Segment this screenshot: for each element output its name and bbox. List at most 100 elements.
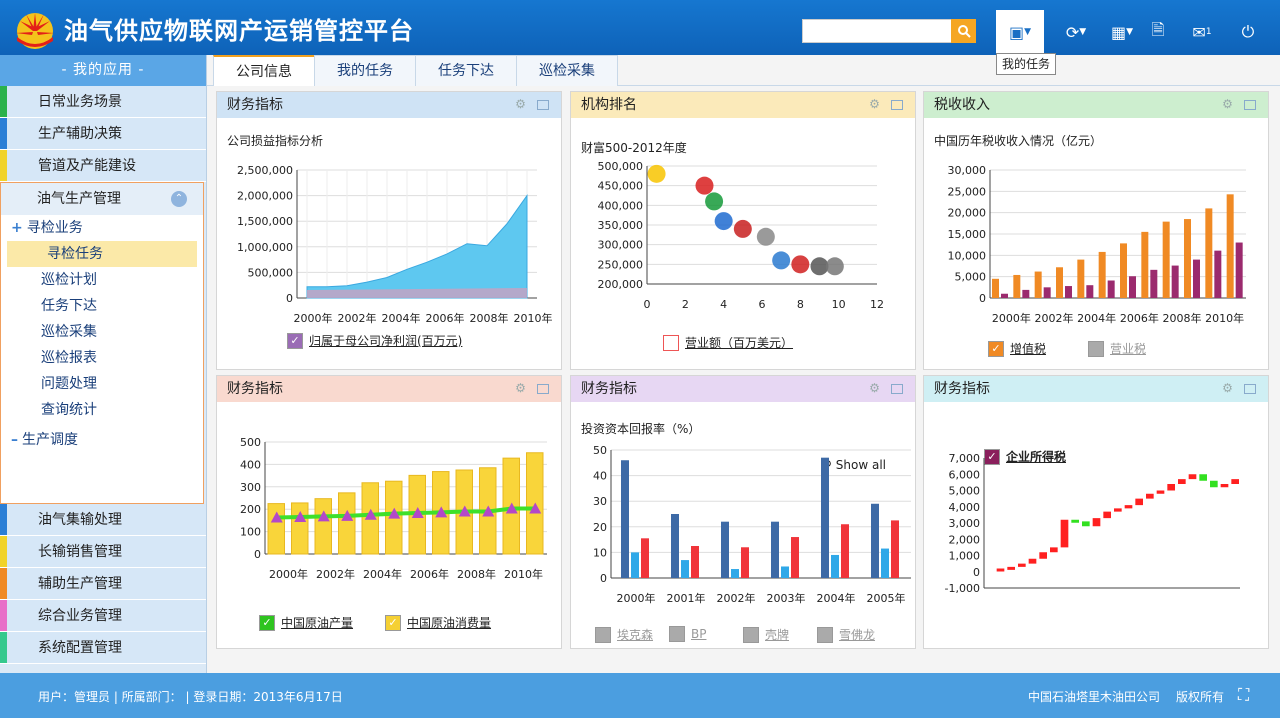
- x-tick-label: 2005年: [867, 591, 906, 605]
- tree-node[interactable]: + 寻检业务: [1, 215, 203, 241]
- tab-task-dispatch[interactable]: 任务下达: [415, 55, 517, 86]
- y-tick-label: 20: [593, 521, 607, 534]
- bar: [731, 569, 739, 578]
- chart-area: 0 5,000 10,000 15,000 20,000 25,000 30,000 2000…: [948, 164, 1246, 325]
- maximize-icon[interactable]: [891, 100, 903, 110]
- legend-label: 增值税: [1010, 342, 1047, 356]
- x-tick-label: 2010年: [1205, 311, 1244, 325]
- briefcase-button[interactable]: ▣ ▼: [996, 10, 1044, 54]
- tree-leaf[interactable]: 巡检计划: [1, 267, 203, 293]
- sidebar-item-label: 日常业务场景: [38, 94, 122, 110]
- search-button[interactable]: [951, 19, 976, 43]
- bar: [1120, 243, 1127, 298]
- y-tick-label: 400,000: [598, 199, 644, 212]
- document-button[interactable]: 🗎: [1134, 10, 1182, 54]
- candle: [1156, 490, 1165, 494]
- bar: [721, 521, 729, 578]
- tree-leaf[interactable]: 问题处理: [1, 371, 203, 397]
- sidebar-item[interactable]: 辅助生产管理: [0, 568, 206, 600]
- tree-leaf[interactable]: 巡检报表: [1, 345, 203, 371]
- tree-leaf[interactable]: 寻检任务: [7, 241, 197, 267]
- panel-title: 机构排名: [581, 97, 637, 113]
- bar: [841, 524, 849, 578]
- sidebar-item[interactable]: 系统配置管理: [0, 632, 206, 664]
- tab-my-tasks[interactable]: 我的任务: [314, 55, 416, 86]
- gear-icon[interactable]: ⚙: [514, 382, 527, 395]
- tab-inspection[interactable]: 巡检采集: [516, 55, 618, 86]
- color-bar: [0, 150, 7, 181]
- legend-item[interactable]: ✓ 中国原油消费量: [385, 614, 491, 631]
- y-tick-label: 20,000: [948, 207, 987, 220]
- sidebar-item-label: 辅助生产管理: [38, 576, 122, 592]
- scatter-point: [825, 257, 844, 276]
- tab-company-info[interactable]: 公司信息: [213, 55, 315, 86]
- tree-leaf[interactable]: 任务下达: [1, 293, 203, 319]
- gear-icon[interactable]: ⚙: [868, 382, 881, 395]
- maximize-icon[interactable]: [1244, 100, 1256, 110]
- petrochina-logo: [16, 13, 54, 49]
- sidebar-item-label: 生产辅助决策: [38, 126, 122, 142]
- bar: [1013, 274, 1021, 298]
- chart-title: 财富500-2012年度: [581, 141, 687, 155]
- chevron-up-icon[interactable]: ⌃: [171, 191, 187, 207]
- chevron-down-icon: ▼: [1024, 27, 1032, 37]
- legend-item[interactable]: ✓ 中国原油产量: [259, 614, 353, 631]
- messages-button[interactable]: ✉ 1: [1178, 10, 1226, 54]
- gear-icon[interactable]: ⚙: [1221, 382, 1234, 395]
- tree-leaf[interactable]: 巡检采集: [1, 319, 203, 345]
- footer-company: 中国石油塔里木油田公司: [1028, 690, 1161, 704]
- fullscreen-icon[interactable]: ⛶: [1238, 685, 1249, 705]
- chart-title: 投资资本回报率（%）: [581, 422, 701, 436]
- panel: 税收收入 ⚙ 中国历年税收收入情况（亿元） 0 5,000 10,000 15,000 2…: [923, 91, 1269, 370]
- tree-node[interactable]: – 生产调度: [1, 427, 203, 453]
- legend-item[interactable]: 壳牌: [743, 626, 789, 643]
- sidebar-item-label: 系统配置管理: [38, 640, 122, 656]
- checkbox-icon: [669, 626, 685, 642]
- gear-icon[interactable]: ⚙: [514, 98, 527, 111]
- x-tick-label: 2006年: [426, 311, 465, 325]
- legend-item[interactable]: 营业税: [1088, 340, 1146, 357]
- bar: [1056, 267, 1063, 298]
- y-tick-label: 40: [593, 470, 607, 483]
- legend-item[interactable]: 埃克森: [595, 626, 653, 643]
- search-input[interactable]: [802, 19, 952, 43]
- legend-item[interactable]: 营业额（百万美元）: [663, 334, 793, 351]
- candle: [1146, 493, 1154, 499]
- sidebar-group-head[interactable]: 油气生产管理 ⌃: [1, 183, 203, 215]
- maximize-icon[interactable]: [537, 384, 549, 394]
- plus-icon: +: [11, 220, 23, 236]
- maximize-icon[interactable]: [1244, 384, 1256, 394]
- sidebar-item[interactable]: 油气集输处理: [0, 504, 206, 536]
- x-tick-label: 4: [720, 298, 727, 311]
- calendar-icon: ▦: [1110, 22, 1127, 42]
- gear-icon[interactable]: ⚙: [1221, 98, 1234, 111]
- maximize-icon[interactable]: [891, 384, 903, 394]
- panel: 财务指标 ⚙ ✓ 企业所得税 -1,000 0 1,000 2,000 3,000 4,000…: [923, 375, 1269, 649]
- legend-item[interactable]: 雪佛龙: [817, 626, 875, 643]
- maximize-icon[interactable]: [537, 100, 549, 110]
- bar: [771, 521, 779, 578]
- sidebar-item[interactable]: 综合业务管理: [0, 600, 206, 632]
- legend-item[interactable]: ✓ 增值税: [988, 340, 1046, 357]
- sidebar-item[interactable]: 管道及产能建设: [0, 150, 206, 182]
- bar: [1077, 259, 1085, 298]
- sidebar-item[interactable]: 长输销售管理: [0, 536, 206, 568]
- candle: [1007, 566, 1015, 570]
- sidebar-item[interactable]: 生产辅助决策: [0, 118, 206, 150]
- chart-area: 0 10 20 30 40 50 2000年 2001年 2002年 2003年 2004年 2005…: [593, 444, 911, 605]
- x-tick-label: 2002年: [717, 591, 756, 605]
- tree-leaf[interactable]: 查询统计: [1, 397, 203, 423]
- power-button[interactable]: ⏻: [1224, 10, 1272, 54]
- legend-label: 中国原油消费量: [407, 616, 492, 630]
- refresh-button[interactable]: ⟳ ▼: [1052, 10, 1100, 54]
- legend-item[interactable]: BP: [669, 626, 706, 642]
- gear-icon[interactable]: ⚙: [868, 98, 881, 111]
- main-area: 公司信息 我的任务 任务下达 巡检采集 财务指标 ⚙ 公司损益指标分析 0 500,…: [207, 55, 1280, 673]
- candle: [1188, 474, 1197, 480]
- candle: [1082, 521, 1090, 527]
- panel: 财务指标 ⚙ 0 100 200 300 400 500 2000年 2002年 2004年 200…: [216, 375, 562, 649]
- sidebar-item[interactable]: 日常业务场景: [0, 86, 206, 118]
- legend-item[interactable]: ✓ 归属于母公司净利润(百万元): [287, 332, 462, 349]
- footer-copyright: 版权所有: [1176, 690, 1225, 704]
- x-tick-label: 2010年: [514, 311, 553, 325]
